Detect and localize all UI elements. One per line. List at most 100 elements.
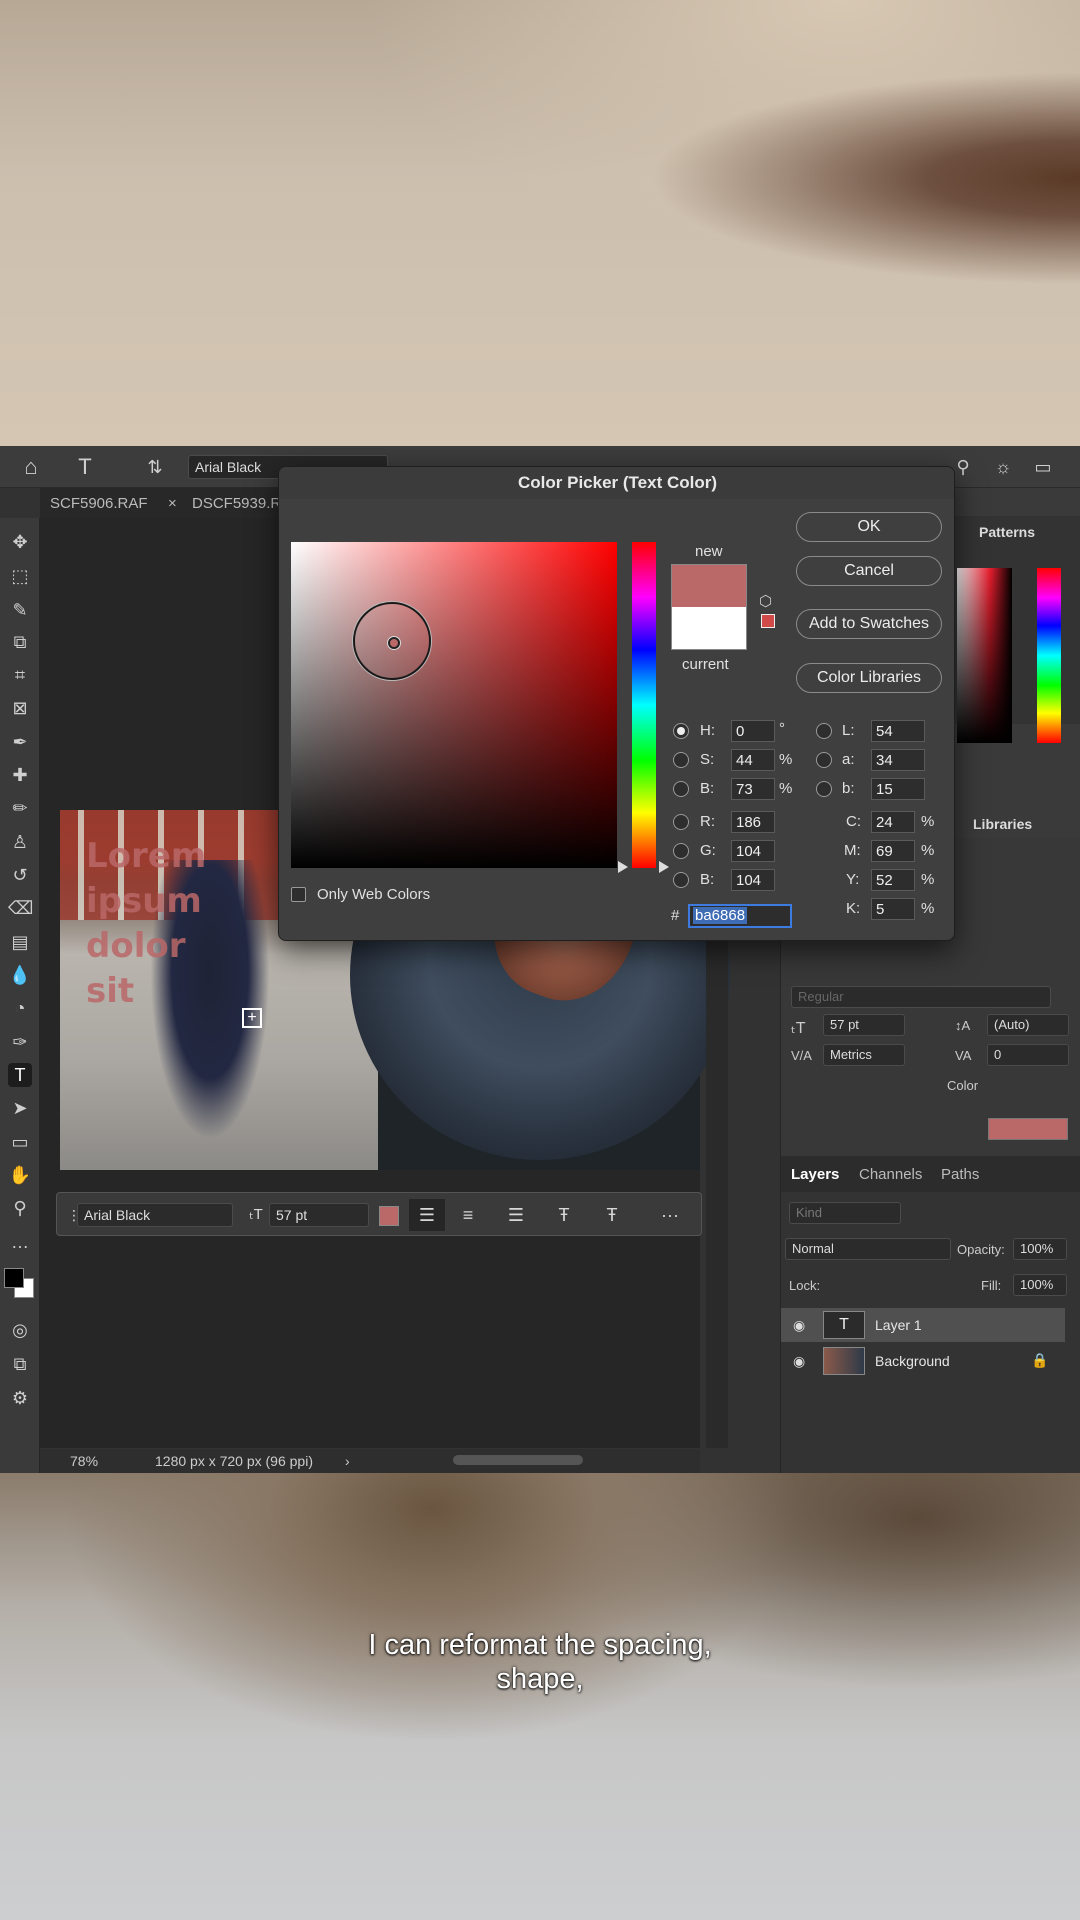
frame-tool-icon[interactable]: ⊠ — [8, 696, 32, 720]
a-channel-field[interactable]: 34 — [871, 749, 925, 771]
hue-arrow-left-icon[interactable] — [618, 861, 628, 873]
mini-color-field[interactable] — [957, 568, 1012, 743]
gradient-tool-icon[interactable]: ▤ — [8, 930, 32, 954]
web-safe-cube-icon[interactable]: ⬡ — [759, 592, 772, 610]
saturation-radio[interactable] — [673, 752, 689, 768]
yellow-field[interactable]: 52 — [871, 869, 915, 891]
hue-field[interactable]: 0 — [731, 720, 775, 742]
brightness-field[interactable]: 73 — [731, 778, 775, 800]
hue-slider[interactable] — [632, 542, 656, 868]
character-color-swatch[interactable] — [988, 1118, 1068, 1140]
zoom-tool-icon[interactable]: ⚲ — [8, 1196, 32, 1220]
b-channel-radio[interactable] — [816, 781, 832, 797]
black-field[interactable]: 5 — [871, 898, 915, 920]
ok-button[interactable]: OK — [796, 512, 942, 542]
hex-field[interactable]: ba6868 — [688, 904, 792, 928]
font-style-field[interactable]: Regular — [791, 986, 1051, 1008]
tab-document-1[interactable]: SCF5906.RAF — [50, 495, 148, 512]
color-libraries-button[interactable]: Color Libraries — [796, 663, 942, 693]
tab-paths[interactable]: Paths — [941, 1166, 979, 1183]
more-options-icon[interactable]: ··· — [657, 1203, 683, 1227]
object-select-tool-icon[interactable]: ⧉ — [8, 630, 32, 654]
workspace-icon[interactable]: ▭ — [1030, 454, 1056, 480]
kerning-field[interactable]: Metrics — [823, 1044, 905, 1066]
visibility-eye-icon[interactable]: ◉ — [793, 1353, 805, 1370]
add-to-swatches-button[interactable]: Add to Swatches — [796, 609, 942, 639]
share-icon[interactable]: ⚙ — [8, 1386, 32, 1410]
text-orientation-icon[interactable]: ⇅ — [142, 454, 168, 480]
crop-tool-icon[interactable]: ⌗ — [8, 663, 32, 687]
healing-brush-tool-icon[interactable]: ✚ — [8, 763, 32, 787]
lightness-field[interactable]: 54 — [871, 720, 925, 742]
layer-kind-filter[interactable]: Kind — [789, 1202, 901, 1224]
marquee-tool-icon[interactable]: ⬚ — [8, 564, 32, 588]
green-radio[interactable] — [673, 843, 689, 859]
layer-row[interactable]: ◉ T Layer 1 — [781, 1308, 1065, 1342]
b-channel-field[interactable]: 15 — [871, 778, 925, 800]
text-layer-preview[interactable]: Lorem ipsum dolor sit — [86, 834, 206, 1014]
text-warp-icon[interactable]: Ŧ — [551, 1203, 577, 1227]
hue-radio[interactable] — [673, 723, 689, 739]
red-radio[interactable] — [673, 814, 689, 830]
saturation-field[interactable]: 44 — [731, 749, 775, 771]
pen-tool-icon[interactable]: ✑ — [8, 1030, 32, 1054]
cancel-button[interactable]: Cancel — [796, 556, 942, 586]
text-options-icon[interactable]: Ŧ — [599, 1203, 625, 1227]
red-field[interactable]: 186 — [731, 811, 775, 833]
brightness-radio[interactable] — [673, 781, 689, 797]
blue-radio[interactable] — [673, 872, 689, 888]
opacity-field[interactable]: 100% — [1013, 1238, 1067, 1260]
visibility-eye-icon[interactable]: ◉ — [793, 1317, 805, 1334]
ctx-color-swatch[interactable] — [379, 1206, 399, 1226]
screen-mode-icon[interactable]: ⧉ — [8, 1352, 32, 1376]
more-tools-icon[interactable]: … — [8, 1230, 32, 1254]
blue-field[interactable]: 104 — [731, 869, 775, 891]
blur-tool-icon[interactable]: 💧 — [8, 963, 32, 987]
fill-field[interactable]: 100% — [1013, 1274, 1067, 1296]
only-web-colors-checkbox[interactable] — [291, 887, 306, 902]
eyedropper-tool-icon[interactable]: ✒ — [8, 730, 32, 754]
type-tool-active-icon[interactable]: T — [8, 1063, 32, 1087]
current-color-swatch[interactable] — [671, 607, 747, 650]
brush-tool-icon[interactable]: ✏ — [8, 796, 32, 820]
close-icon[interactable]: × — [168, 495, 177, 512]
hue-arrow-right-icon[interactable] — [659, 861, 669, 873]
lightbulb-icon[interactable]: ☼ — [990, 454, 1016, 480]
move-tool-icon[interactable]: ✥ — [8, 530, 32, 554]
gamut-swatch[interactable] — [761, 614, 775, 628]
tracking-field[interactable]: 0 — [987, 1044, 1069, 1066]
saturation-brightness-field[interactable] — [291, 542, 617, 868]
text-bounding-handle-icon[interactable]: + — [242, 1008, 262, 1028]
dodge-tool-icon[interactable]: ◔ — [8, 996, 32, 1020]
magenta-field[interactable]: 69 — [871, 840, 915, 862]
blend-mode-select[interactable]: Normal — [785, 1238, 951, 1260]
cyan-field[interactable]: 24 — [871, 811, 915, 833]
quick-mask-icon[interactable]: ◎ — [8, 1318, 32, 1342]
home-icon[interactable]: ⌂ — [18, 454, 44, 480]
align-right-icon[interactable]: ☰ — [503, 1203, 529, 1227]
history-brush-tool-icon[interactable]: ↺ — [8, 863, 32, 887]
type-tool-icon[interactable]: T — [72, 454, 98, 480]
green-field[interactable]: 104 — [731, 840, 775, 862]
tab-channels[interactable]: Channels — [859, 1166, 922, 1183]
tab-layers[interactable]: Layers — [791, 1166, 839, 1183]
foreground-color-swatch[interactable] — [4, 1268, 24, 1288]
path-select-tool-icon[interactable]: ➤ — [8, 1096, 32, 1120]
horizontal-scrollbar[interactable] — [453, 1455, 583, 1465]
quick-select-tool-icon[interactable]: ✎ — [8, 598, 32, 622]
ctx-size-field[interactable]: 57 pt — [269, 1203, 369, 1227]
ctx-font-field[interactable]: Arial Black — [77, 1203, 233, 1227]
align-center-icon[interactable]: ≡ — [455, 1203, 481, 1227]
mini-hue-slider[interactable] — [1037, 568, 1061, 743]
leading-field[interactable]: (Auto) — [987, 1014, 1069, 1036]
tab-libraries[interactable]: Libraries — [973, 816, 1032, 832]
tab-patterns[interactable]: Patterns — [979, 524, 1035, 540]
a-channel-radio[interactable] — [816, 752, 832, 768]
clone-stamp-tool-icon[interactable]: ♙ — [8, 830, 32, 854]
eraser-tool-icon[interactable]: ⌫ — [8, 896, 33, 920]
lightness-radio[interactable] — [816, 723, 832, 739]
hand-tool-icon[interactable]: ✋ — [8, 1163, 32, 1187]
align-left-icon[interactable]: ☰ — [409, 1199, 445, 1231]
tab-document-2[interactable]: DSCF5939.R — [192, 495, 281, 512]
font-size-field[interactable]: 57 pt — [823, 1014, 905, 1036]
